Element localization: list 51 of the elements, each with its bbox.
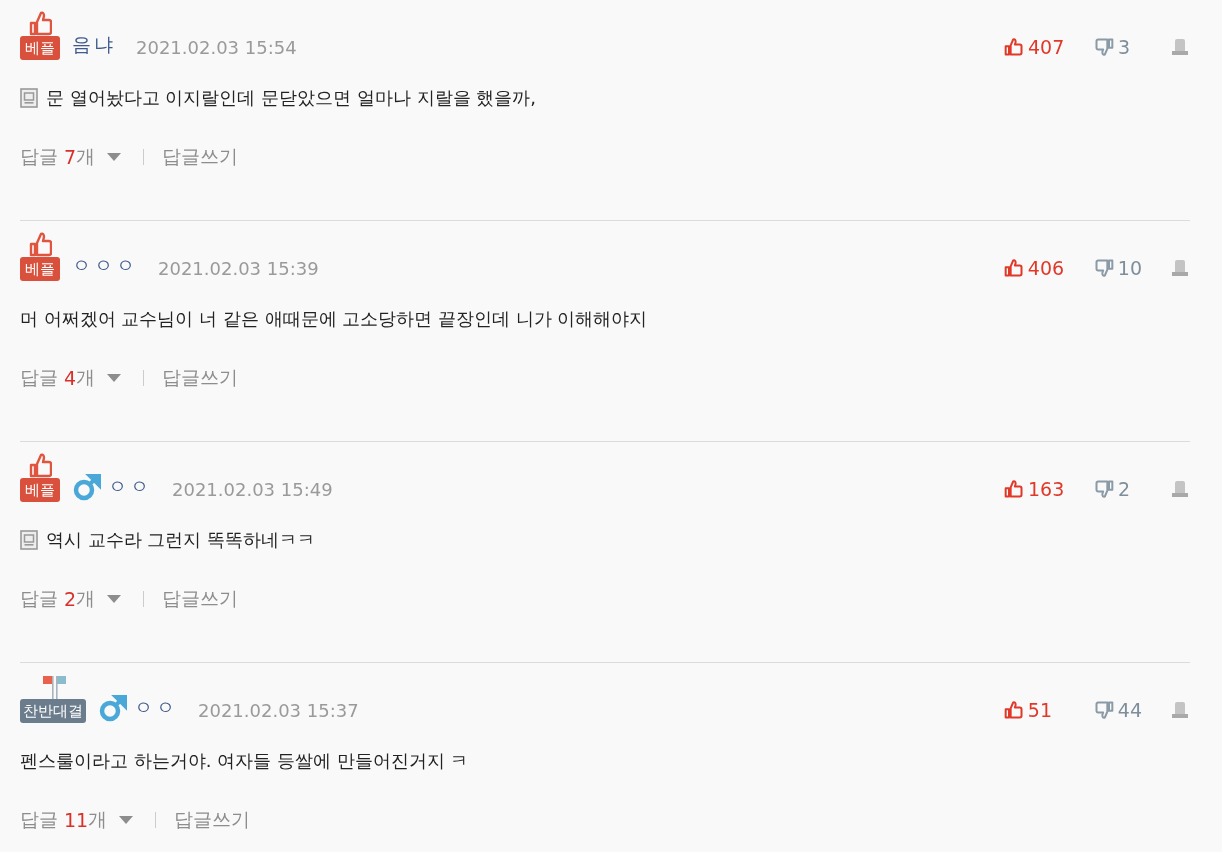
comment-date: 2021.02.03 15:49 — [172, 479, 333, 502]
comment-text: 역시 교수라 그런지 똑똑하네ㅋㅋ — [46, 528, 316, 552]
thumbs-up-icon — [1003, 258, 1024, 278]
comment-date: 2021.02.03 15:39 — [158, 258, 319, 281]
caret-icon — [119, 816, 134, 824]
thumbs-up-icon — [1003, 700, 1024, 720]
comment-text: 문 열어놨다고 이지랄인데 문닫았으면 얼마나 지랄을 했을까, — [46, 86, 537, 110]
caret-icon — [107, 374, 122, 382]
comment-date: 2021.02.03 15:37 — [198, 700, 359, 723]
thumbs-up-icon — [1004, 479, 1024, 499]
thumbs-down-icon — [1093, 258, 1114, 278]
comment-date: 2021.02.03 15:54 — [136, 37, 297, 60]
dislike-button[interactable]: 44 — [1093, 699, 1142, 721]
badge-label: 찬반대결 — [20, 699, 86, 723]
like-button[interactable]: 407 — [1004, 36, 1066, 58]
thumbs-up-icon — [1004, 37, 1024, 57]
badge-label: 베플 — [20, 36, 60, 60]
dislike-button[interactable]: 2 — [1094, 478, 1142, 500]
caret-icon — [107, 595, 122, 603]
thumbs-up-icon — [28, 231, 52, 257]
dislike-button[interactable]: 3 — [1094, 36, 1142, 58]
thumbs-down-icon — [1094, 37, 1114, 57]
write-reply-link[interactable]: 답글쓰기 — [162, 586, 239, 612]
badge-label: 베플 — [20, 257, 60, 281]
comment-text: 펜스룰이라고 하는거야. 여자들 등쌀에 만들어진거지 ㅋ — [20, 749, 469, 773]
comment-text: 머 어쩌겠어 교수님이 너 같은 애때문에 고소당하면 끝장인데 니가 이해해야지 — [20, 307, 648, 331]
author-name[interactable]: 음냐 — [72, 32, 116, 60]
write-reply-link[interactable]: 답글쓰기 — [174, 807, 251, 833]
replies-toggle[interactable]: 답글 11개 — [20, 807, 134, 833]
thumbs-down-icon — [1093, 700, 1114, 720]
author-name[interactable]: ㅇㅇ — [108, 474, 152, 502]
badge-label: 베플 — [20, 478, 60, 502]
report-siren-icon[interactable] — [1170, 37, 1190, 57]
replies-toggle[interactable]: 답글 4개 — [20, 365, 122, 391]
author-name[interactable]: ㅇㅇㅇ — [72, 253, 138, 281]
thumbs-up-icon — [28, 452, 52, 478]
thumbs-down-icon — [1094, 479, 1114, 499]
thumbs-up-icon — [28, 10, 52, 36]
like-button[interactable]: 163 — [1004, 478, 1066, 500]
author-name[interactable]: ㅇㅇ — [134, 695, 178, 723]
report-siren-icon[interactable] — [1170, 479, 1190, 499]
caret-icon — [107, 153, 122, 161]
write-reply-link[interactable]: 답글쓰기 — [162, 144, 239, 170]
dislike-button[interactable]: 10 — [1093, 257, 1142, 279]
like-button[interactable]: 51 — [1003, 699, 1066, 721]
report-siren-icon[interactable] — [1170, 258, 1190, 278]
like-button[interactable]: 406 — [1003, 257, 1066, 279]
write-reply-link[interactable]: 답글쓰기 — [162, 365, 239, 391]
report-siren-icon[interactable] — [1170, 700, 1190, 720]
replies-toggle[interactable]: 답글 7개 — [20, 144, 122, 170]
replies-toggle[interactable]: 답글 2개 — [20, 586, 122, 612]
